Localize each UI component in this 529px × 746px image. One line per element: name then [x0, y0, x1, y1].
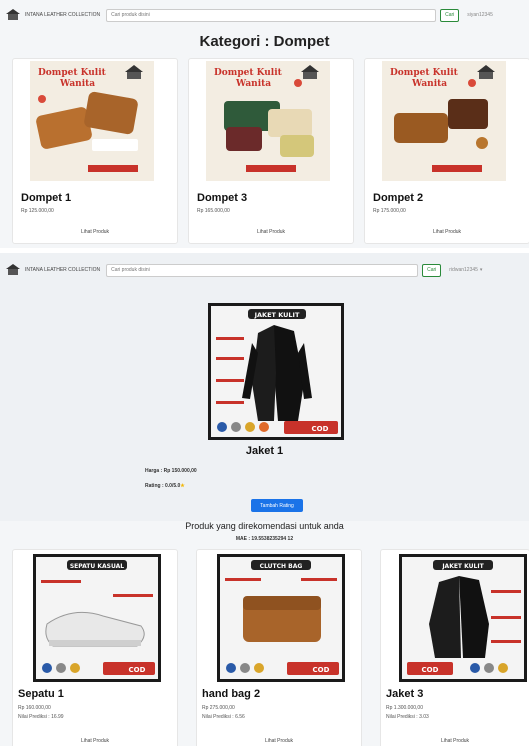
star-icon: ★	[180, 483, 185, 489]
search-input[interactable]	[106, 263, 419, 277]
logo-icon	[6, 264, 20, 275]
product-price: Rp 1.300.000,00	[386, 705, 423, 711]
product-price: Rp 165.000,00	[197, 208, 230, 214]
user-menu[interactable]: ridwan12345	[449, 267, 478, 273]
search-button[interactable]: Cari	[440, 8, 460, 22]
product-image[interactable]: Dompet Kulit Wanita	[382, 61, 506, 181]
prediction-value: Nilai Prediksi : 3.03	[386, 714, 429, 720]
product-card[interactable]: JAKET KULIT COD Jaket 3 Rp 1.300.000,00 …	[380, 549, 529, 746]
product-name: hand bag 2	[202, 688, 261, 700]
poster-title: JAKET KULIT	[441, 563, 484, 570]
product-rating: Rating : 0.0/5.0★	[145, 483, 185, 489]
poster-title: SEPATU KASUAL	[70, 563, 124, 570]
product-image[interactable]: Dompet Kulit Wanita	[206, 61, 330, 181]
poster-title-line-1: Dompet Kulit	[38, 68, 107, 78]
product-card[interactable]: CLUTCH BAG COD hand bag 2 Rp 275.000,00 …	[196, 549, 362, 746]
product-name: Dompet 2	[373, 192, 424, 204]
view-product-link[interactable]: Lihat Produk	[381, 738, 529, 744]
page-title: Kategori : Dompet	[199, 33, 330, 50]
product-detail-page: INTANA LEATHER COLLECTION Cari ridwan123…	[0, 253, 529, 521]
product-price: Harga : Rp 150.000,00	[145, 468, 197, 474]
product-image[interactable]: CLUTCH BAG COD	[217, 554, 345, 682]
brand[interactable]: INTANA LEATHER COLLECTION	[6, 264, 100, 276]
category-page: INTANA LEATHER COLLECTION Cari siyan1234…	[0, 0, 529, 248]
brand-name: INTANA LEATHER COLLECTION	[25, 267, 101, 273]
product-card[interactable]: Dompet Kulit Wanita Dompet 2 Rp 175.000,…	[364, 58, 529, 244]
logo-icon	[6, 9, 20, 20]
brand-name: INTANA LEATHER COLLECTION	[25, 12, 101, 18]
product-image: JAKET KULIT COD	[208, 303, 344, 440]
poster-title-line-1: Dompet Kulit	[214, 68, 283, 78]
view-product-link[interactable]: Lihat Produk	[189, 229, 353, 235]
recommendations-section: Produk yang direkomendasi untuk anda MAE…	[0, 521, 529, 746]
prediction-value: Nilai Prediksi : 6.56	[202, 714, 245, 720]
rating-value: Rating : 0.0/5.0	[145, 483, 181, 489]
product-price: Rp 175.000,00	[373, 208, 406, 214]
product-price: Rp 160.000,00	[18, 705, 51, 711]
product-name: Sepatu 1	[18, 688, 64, 700]
poster-title: CLUTCH BAG	[260, 563, 303, 570]
recommendations-heading: Produk yang direkomendasi untuk anda	[185, 521, 344, 531]
product-name: Jaket 3	[386, 688, 424, 700]
navbar: INTANA LEATHER COLLECTION Cari ridwan123…	[0, 259, 529, 281]
cod-badge: COD	[129, 666, 146, 674]
search-button[interactable]: Cari	[422, 263, 442, 277]
view-product-link[interactable]: Lihat Produk	[365, 229, 529, 235]
poster-title-line-2: Wanita	[235, 79, 271, 89]
mae-value: MAE : 19.5538235294 12	[235, 536, 294, 542]
user-menu[interactable]: siyan12345	[467, 12, 493, 18]
poster-title-line-2: Wanita	[411, 79, 447, 89]
product-name: Jaket 1	[245, 445, 284, 457]
view-product-link[interactable]: Lihat Produk	[197, 738, 361, 744]
navbar: INTANA LEATHER COLLECTION Cari siyan1234…	[0, 4, 529, 26]
product-card[interactable]: Dompet Kulit Wanita Dompet 1 Rp 125.000,…	[12, 58, 178, 244]
product-card[interactable]: SEPATU KASUAL COD Sepatu 1 Rp 160.000,00…	[12, 549, 178, 746]
view-product-link[interactable]: Lihat Produk	[13, 229, 177, 235]
add-rating-button[interactable]: Tambah Rating	[251, 499, 303, 512]
product-name: Dompet 1	[21, 192, 72, 204]
poster-title: JAKET KULIT	[254, 311, 300, 319]
product-price: Rp 125.000,00	[21, 208, 54, 214]
poster-title-line-1: Dompet Kulit	[390, 68, 459, 78]
product-card[interactable]: Dompet Kulit Wanita Dompet 3 Rp 165.000,…	[188, 58, 354, 244]
prediction-value: Nilai Prediksi : 16.99	[18, 714, 64, 720]
cod-badge: COD	[312, 425, 329, 433]
cod-badge: COD	[422, 666, 439, 674]
view-product-link[interactable]: Lihat Produk	[13, 738, 177, 744]
product-image[interactable]: JAKET KULIT COD	[399, 554, 527, 682]
cod-badge: COD	[313, 666, 330, 674]
product-image[interactable]: Dompet Kulit Wanita	[30, 61, 154, 181]
chevron-down-icon[interactable]: ▾	[480, 267, 483, 273]
search-input[interactable]	[106, 8, 437, 22]
brand[interactable]: INTANA LEATHER COLLECTION	[6, 9, 100, 21]
product-name: Dompet 3	[197, 192, 248, 204]
product-price: Rp 275.000,00	[202, 705, 235, 711]
poster-title-line-2: Wanita	[59, 79, 95, 89]
product-image[interactable]: SEPATU KASUAL COD	[33, 554, 161, 682]
